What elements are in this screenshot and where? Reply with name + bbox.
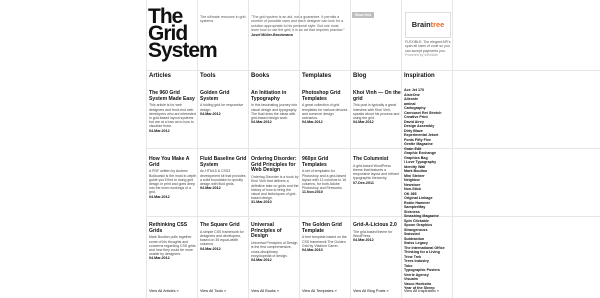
inspiration-list: Ace Jet 170 AisleOne Alleoste aminal Cartogr…: [404, 88, 464, 291]
card-description: Mark Boulton pulls together some of his …: [149, 235, 196, 257]
card-date: 04.Mar.2012: [353, 120, 374, 125]
sponsor-ad[interactable]: Braintree FLEXIBLE: The elegant API's sp…: [405, 12, 451, 58]
card-description: The grid-based theme for WordPress.: [353, 229, 393, 238]
header-divider: [146, 70, 600, 71]
book-card[interactable]: Universal Principles of Design Universal…: [251, 222, 299, 263]
template-card[interactable]: The Golden Grid Template A free template…: [302, 222, 350, 253]
show-grid-label: Show Grid: [354, 13, 372, 17]
card-description: A PDF written by Andrew Boldowski is the…: [149, 169, 197, 195]
article-card[interactable]: Rethinking CSS Grids Mark Boulton pulls …: [149, 222, 197, 261]
view-all-blog-link[interactable]: View All Blog Posts »: [353, 289, 389, 293]
card-date: 04.Mar.2010: [302, 248, 323, 253]
book-card[interactable]: Ordering Disorder: Grid Principles for W…: [251, 156, 299, 205]
column-heading-tools[interactable]: Tools: [200, 73, 216, 79]
card-date: 31.Mar.2010: [251, 200, 272, 205]
card-title[interactable]: Ordering Disorder: Grid Principles for W…: [251, 156, 299, 174]
card-description: A great collection of grid templates for…: [302, 103, 348, 121]
quote-author: Josef Müller-Brockmann: [251, 32, 293, 37]
card-title[interactable]: Universal Principles of Design: [251, 222, 299, 240]
card-description: A grid-based WordPress theme that featur…: [353, 163, 399, 181]
card-date: 04.Mar.2012: [200, 246, 221, 251]
card-date: 04.Mar.2012: [200, 186, 221, 191]
sponsor-text: FLEXIBLE: The elegant API's span all siz…: [405, 40, 451, 58]
grid-line: [350, 0, 351, 298]
card-date: 04.Mar.2012: [251, 120, 272, 125]
card-date: 04.Mar.2012: [200, 111, 221, 116]
sponsor-via-link[interactable]: Powered by InfiniAds: [405, 53, 438, 57]
blog-card[interactable]: Grid-A-Licious 2.0 The grid-based theme …: [353, 222, 401, 243]
card-date: 04.Mar.2012: [302, 120, 323, 125]
card-description: A free template based on the CSS framewo…: [302, 235, 347, 248]
card-title[interactable]: An Initiation in Typography: [251, 90, 299, 102]
sponsor-logo[interactable]: Braintree: [405, 12, 451, 38]
tool-card[interactable]: Golden Grid System A folding grid for re…: [200, 90, 248, 116]
blog-card[interactable]: The Columnist A grid-based WordPress the…: [353, 156, 401, 185]
card-title[interactable]: 960px Grid Templates: [302, 156, 350, 168]
card-title[interactable]: Grid-A-Licious 2.0: [353, 222, 401, 229]
card-date: 04.Mar.2012: [149, 194, 170, 199]
card-description: In this fascinating journey into visual …: [251, 103, 298, 121]
column-heading-templates[interactable]: Templates: [302, 73, 331, 79]
card-description: This article is for web designers and fr…: [149, 103, 196, 129]
column-heading-blog[interactable]: Blog: [353, 73, 366, 79]
card-description: A folding grid for responsive design.: [200, 103, 244, 112]
view-all-tools-link[interactable]: View All Tools »: [200, 289, 226, 293]
card-date: 04.Mar.2012: [149, 256, 170, 261]
card-date: 04.Mar.2012: [149, 128, 170, 133]
card-title[interactable]: Fluid Baseline Grid System: [200, 156, 248, 168]
card-title[interactable]: Khoi Vinh — On the grid: [353, 90, 401, 102]
article-card[interactable]: How You Make A Grid A PDF written by And…: [149, 156, 197, 199]
view-all-inspiration-link[interactable]: View All Inspiration »: [404, 289, 439, 293]
quote-text: "The grid system is an aid, not a guaran…: [251, 15, 345, 33]
card-title[interactable]: The Columnist: [353, 156, 401, 163]
row-divider: [146, 148, 600, 149]
logo-line: System: [148, 39, 218, 62]
show-grid-button[interactable]: Show Grid: [352, 12, 374, 18]
tool-card[interactable]: Fluid Baseline Grid System An HTML5 & CS…: [200, 156, 248, 191]
card-title[interactable]: The Golden Grid Template: [302, 222, 350, 234]
view-all-articles-link[interactable]: View All Articles »: [149, 289, 179, 293]
card-title[interactable]: Golden Grid System: [200, 90, 248, 102]
tool-card[interactable]: The Square Grid A simple CSS framework f…: [200, 222, 248, 251]
template-card[interactable]: 960px Grid Templates A set of templates …: [302, 156, 350, 195]
column-heading-articles[interactable]: Articles: [149, 73, 171, 79]
sponsor-copy: FLEXIBLE: The elegant API's span all siz…: [405, 40, 451, 53]
card-title[interactable]: Rethinking CSS Grids: [149, 222, 197, 234]
grid-line: [299, 0, 300, 298]
column-heading-inspiration[interactable]: Inspiration: [404, 73, 435, 79]
column-heading-books[interactable]: Books: [251, 73, 269, 79]
blog-card[interactable]: Khoi Vinh — On the grid This post is typ…: [353, 90, 401, 125]
card-description: A set of templates for Photoshop and a g…: [302, 169, 347, 191]
grid-line: [248, 0, 249, 298]
card-description: Ordering Disorder is a book by Khoi Vinh…: [251, 175, 299, 201]
card-date: 04.Mar.2012: [251, 257, 272, 262]
grid-line: [401, 0, 402, 298]
card-title[interactable]: Photoshop Grid Templates: [302, 90, 350, 102]
article-card[interactable]: The 960 Grid System Made Easy This artic…: [149, 90, 197, 133]
card-date: 07.Dec.2011: [353, 180, 374, 185]
row-divider: [146, 216, 600, 217]
book-card[interactable]: An Initiation in Typography In this fasc…: [251, 90, 299, 125]
card-description: An HTML5 & CSS3 development kit that pro…: [200, 169, 246, 187]
sponsor-logo-prefix: Brain: [411, 20, 431, 29]
view-all-templates-link[interactable]: View All Templates »: [302, 289, 337, 293]
card-description: A simple CSS framework for designers and…: [200, 229, 244, 247]
grid-line: [146, 0, 147, 298]
card-description: This post is typically a great interview…: [353, 103, 400, 121]
card-description: Universal Principles of Design is the fi…: [251, 241, 298, 258]
card-title[interactable]: The Square Grid: [200, 222, 248, 229]
view-all-books-link[interactable]: View All Books »: [251, 289, 279, 293]
card-title[interactable]: The 960 Grid System Made Easy: [149, 90, 197, 102]
card-date: 04.Mar.2012: [353, 238, 374, 243]
site-tagline: The ultimate resource in grid systems.: [200, 15, 246, 24]
card-date: 11.Nov.2010: [302, 190, 323, 195]
header-quote: "The grid system is an aid, not a guaran…: [251, 15, 347, 37]
sponsor-logo-suffix: tree: [430, 20, 445, 29]
card-title[interactable]: How You Make A Grid: [149, 156, 197, 168]
template-card[interactable]: Photoshop Grid Templates A great collect…: [302, 90, 350, 125]
